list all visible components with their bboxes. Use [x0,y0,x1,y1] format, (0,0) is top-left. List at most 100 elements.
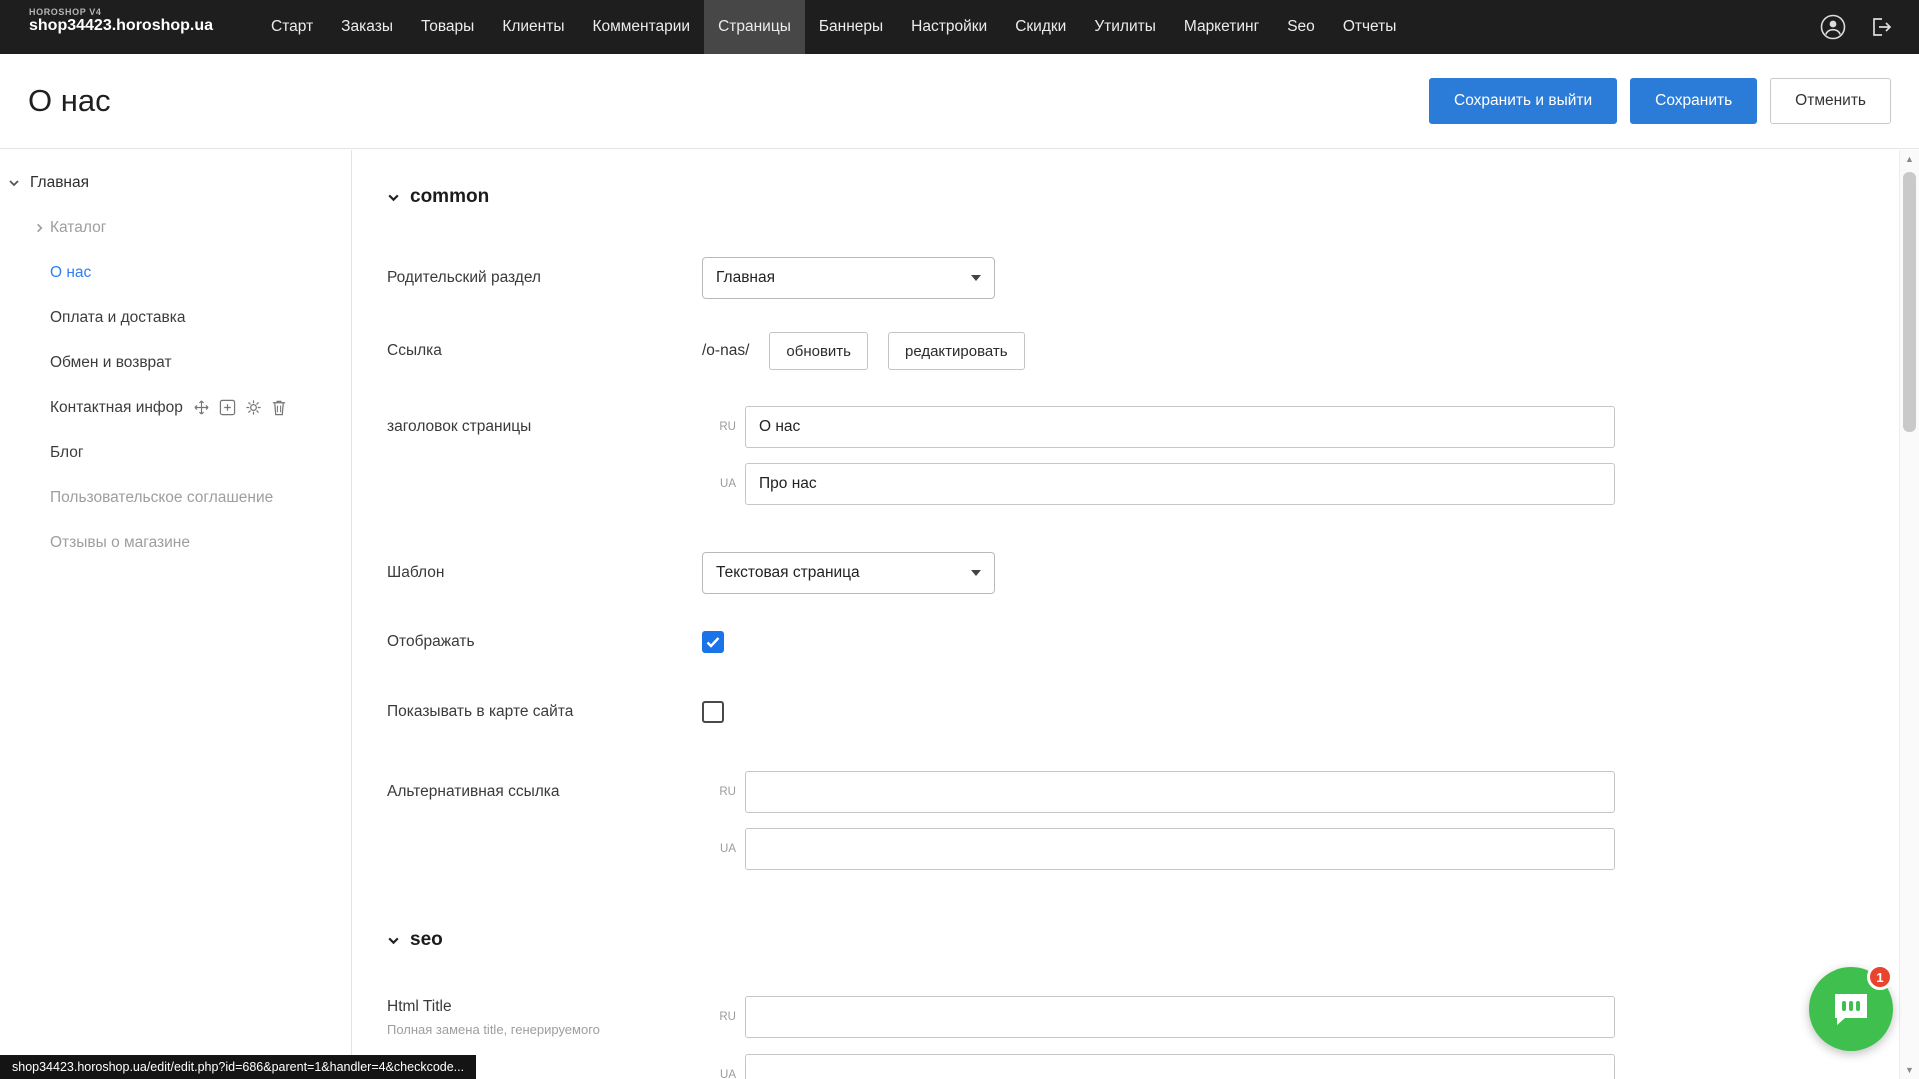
lang-badge-ua: UA [702,1069,736,1079]
section-common[interactable]: common [387,186,489,208]
app-window: HOROSHOP V4 shop34423.horoshop.ua Старт … [0,0,1919,1079]
page-title-ru-input[interactable] [745,406,1615,448]
page-title: О нас [28,83,111,119]
scrollbar-thumb[interactable] [1903,172,1916,432]
field-label: Html Title Полная замена title, генериру… [387,998,702,1037]
chevron-down-icon [387,934,400,947]
field-label: Отображать [387,633,702,651]
tree-item-catalog[interactable]: Каталог [0,205,351,250]
tree-item-main[interactable]: Главная [0,160,351,205]
save-button[interactable]: Сохранить [1630,78,1757,124]
html-title-ru-input[interactable] [745,996,1615,1038]
lang-badge-ru: RU [702,1011,736,1023]
nav-item-orders[interactable]: Заказы [327,0,407,54]
cancel-button[interactable]: Отменить [1770,78,1891,124]
field-label: заголовок страницы [387,418,702,436]
nav-item-utilities[interactable]: Утилиты [1080,0,1170,54]
lang-badge-ua: UA [702,843,736,855]
move-icon[interactable] [193,399,210,416]
page-header: О нас Сохранить и выйти Сохранить Отмени… [0,54,1919,149]
link-path-value: /o-nas/ [702,342,749,360]
chat-widget-button[interactable]: 1 [1809,967,1893,1051]
nav-item-pages[interactable]: Страницы [704,0,805,54]
scroll-down-arrow[interactable]: ▼ [1900,1061,1919,1079]
tree-item-label: Отзывы о магазине [50,534,190,552]
tree-item-label: Оплата и доставка [50,309,186,327]
nav-item-marketing[interactable]: Маркетинг [1170,0,1273,54]
row-template: Шаблон Текстовая страница [387,552,995,594]
vertical-scrollbar[interactable]: ▲ ▼ [1899,150,1919,1079]
parent-section-select[interactable]: Главная [702,257,995,299]
tree-item-label: Обмен и возврат [50,354,172,372]
alt-link-ua-input[interactable] [745,828,1615,870]
nav-item-settings[interactable]: Настройки [897,0,1001,54]
tree-item-store-reviews[interactable]: Отзывы о магазине [0,520,351,565]
logout-icon[interactable] [1867,13,1895,41]
delete-trash-icon[interactable] [271,399,287,416]
field-label: Ссылка [387,342,702,360]
tree-item-label: Блог [50,444,84,462]
settings-gear-icon[interactable] [245,399,262,416]
template-select[interactable]: Текстовая страница [702,552,995,594]
refresh-link-button[interactable]: обновить [769,332,868,370]
row-link: Ссылка /o-nas/ обновить редактировать [387,332,1025,370]
select-value: Главная [716,269,775,287]
tree-item-contact-info[interactable]: Контактная инфор [0,385,351,430]
row-html-title-ua: UA [387,1054,1615,1079]
tree-item-user-agreement[interactable]: Пользовательское соглашение [0,475,351,520]
row-display: Отображать [387,631,724,653]
nav-item-start[interactable]: Старт [257,0,327,54]
chat-bubble-icon [1831,990,1871,1028]
add-page-icon[interactable] [219,399,236,416]
row-page-title-ru: заголовок страницы RU [387,406,1615,448]
section-title: seo [410,929,443,951]
nav-item-products[interactable]: Товары [407,0,488,54]
top-navigation-bar: HOROSHOP V4 shop34423.horoshop.ua Старт … [0,0,1919,54]
brand-domain-label: shop34423.horoshop.ua [29,17,213,35]
nav-item-reports[interactable]: Отчеты [1329,0,1411,54]
field-label: Показывать в карте сайта [387,703,702,721]
tree-item-exchange-return[interactable]: Обмен и возврат [0,340,351,385]
nav-item-discounts[interactable]: Скидки [1001,0,1080,54]
scroll-up-arrow[interactable]: ▲ [1900,150,1919,168]
chevron-down-icon [387,191,400,204]
chat-unread-badge: 1 [1867,964,1893,990]
topbar-right-icons [1819,0,1919,54]
tree-item-label: Каталог [50,219,106,237]
page-edit-form: common Родительский раздел Главная Ссылк… [353,150,1899,1079]
select-caret-icon [971,275,981,281]
nav-item-comments[interactable]: Комментарии [578,0,704,54]
nav-item-banners[interactable]: Баннеры [805,0,897,54]
field-label: Шаблон [387,564,702,582]
display-checkbox[interactable] [702,631,724,653]
section-title: common [410,186,489,208]
field-label-text: Html Title [387,998,702,1016]
main-menu: Старт Заказы Товары Клиенты Комментарии … [257,0,1410,54]
tree-item-payment-delivery[interactable]: Оплата и доставка [0,295,351,340]
row-alt-link-ua: UA [387,828,1615,870]
select-value: Текстовая страница [716,564,860,582]
html-title-ua-input[interactable] [745,1054,1615,1079]
sitemap-checkbox[interactable] [702,701,724,723]
save-and-exit-button[interactable]: Сохранить и выйти [1429,78,1617,124]
tree-item-about-us[interactable]: О нас [0,250,351,295]
alt-link-ru-input[interactable] [745,771,1615,813]
tree-item-blog[interactable]: Блог [0,430,351,475]
tree-item-label: Контактная инфор [50,399,183,417]
nav-item-seo[interactable]: Seo [1273,0,1329,54]
brand-logo[interactable]: HOROSHOP V4 shop34423.horoshop.ua [29,7,213,54]
status-url-text: shop34423.horoshop.ua/edit/edit.php?id=6… [12,1060,464,1074]
nav-item-clients[interactable]: Клиенты [488,0,578,54]
row-parent-section: Родительский раздел Главная [387,257,995,299]
chevron-down-icon [8,177,20,189]
field-label: Родительский раздел [387,269,702,287]
field-hint: Полная замена title, генерируемого [387,1022,667,1037]
pages-tree-sidebar: Главная Каталог О нас Оплата и доставка … [0,150,352,1079]
field-label: Альтернативная ссылка [387,783,702,801]
edit-link-button[interactable]: редактировать [888,332,1025,370]
link-status-bar: shop34423.horoshop.ua/edit/edit.php?id=6… [0,1055,476,1079]
header-buttons: Сохранить и выйти Сохранить Отменить [1429,78,1891,124]
section-seo[interactable]: seo [387,929,443,951]
user-account-icon[interactable] [1819,13,1847,41]
page-title-ua-input[interactable] [745,463,1615,505]
